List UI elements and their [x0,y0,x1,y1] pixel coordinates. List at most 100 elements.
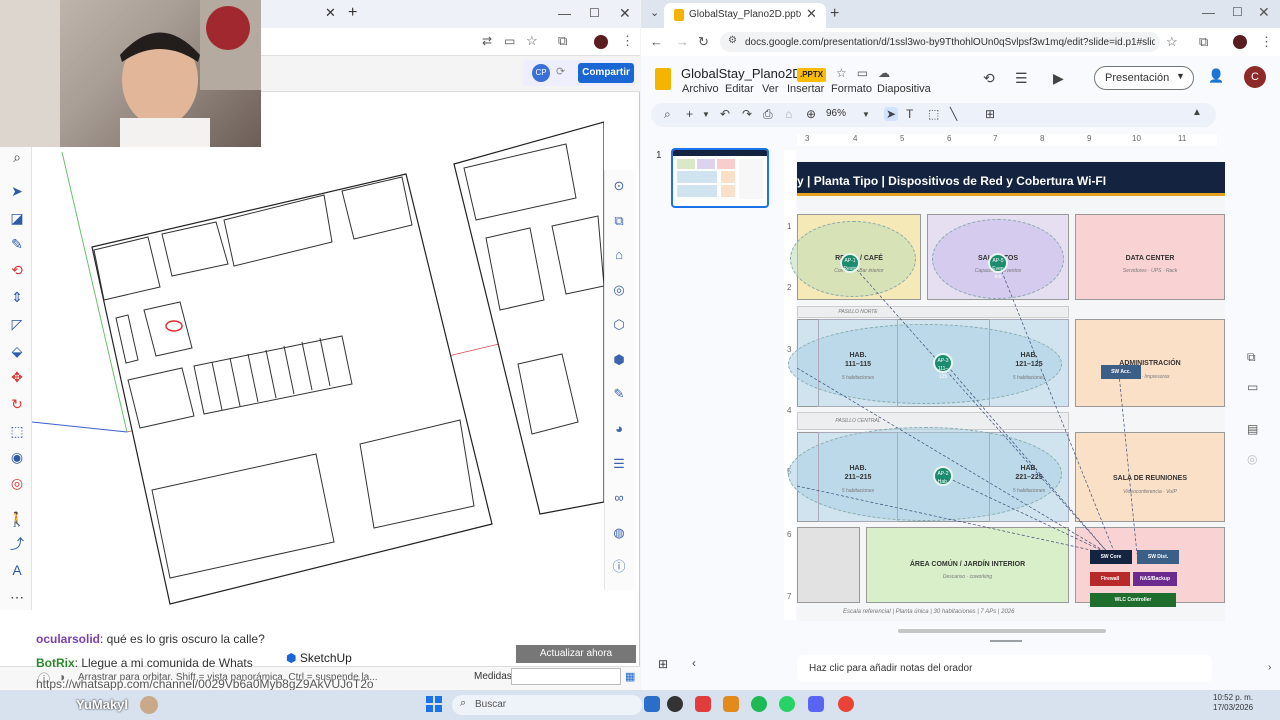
entity-info-icon[interactable]: ⊙ [610,177,628,195]
site-info-icon[interactable]: ⚙ [728,35,737,46]
menu-ver[interactable]: Ver [762,83,779,95]
menu-diapositiva[interactable]: Diapositiva [877,83,931,95]
app-red-icon[interactable] [695,696,711,712]
tab-search-icon[interactable]: ⌄ [650,6,659,19]
scenes-icon[interactable]: ⬢ [610,351,628,369]
profile-avatar[interactable] [594,35,608,49]
share-button[interactable]: Compartir [578,63,634,83]
bookmark-star-icon[interactable]: ☆ [526,33,538,49]
folder-icon[interactable]: ▭ [1247,380,1258,394]
slides-logo-icon[interactable] [655,68,671,90]
device-sw-dist[interactable]: SW Dist. [1137,550,1179,564]
back-icon[interactable]: ← [650,34,663,49]
windows-start-icon[interactable] [426,696,442,712]
display-icon[interactable]: ∞ [610,489,628,507]
measurements-input[interactable] [511,668,621,685]
pushpull-tool-icon[interactable]: ⇕ [8,288,26,306]
device-storage[interactable]: NAS/Backup [1133,572,1177,586]
calendar-icon[interactable]: ▤ [1247,422,1258,436]
menu-insertar[interactable]: Insertar [787,83,824,95]
obs-icon[interactable] [667,696,683,712]
access-point-ap3[interactable]: AP-3 111–125 [933,353,953,380]
profile-avatar[interactable] [1233,35,1247,49]
spotify-icon[interactable] [751,696,767,712]
extensions-icon[interactable]: ⧉ [1199,34,1208,50]
access-point-ap5[interactable]: AP-5 Even tos [988,253,1008,280]
history-icon[interactable]: ⟲ [983,70,995,87]
close-window-icon[interactable]: ✕ [1258,4,1270,21]
textbox-icon[interactable]: T [906,107,913,121]
styles-icon[interactable]: ◎ [610,281,628,299]
notes-resize-handle[interactable] [990,640,1022,642]
orbit-tool-icon[interactable]: ⟲ [8,261,26,279]
sync-icon[interactable]: ⟳ [556,65,565,78]
collapse-toolbar-icon[interactable]: ▲ [1192,107,1202,118]
close-tab-icon[interactable]: ✕ [806,6,817,22]
whatsapp-icon[interactable] [779,696,795,712]
more-tools-icon[interactable]: ⋯ [8,588,26,606]
slide-title[interactable]: y | Planta Tipo | Dispositivos de Red y … [797,174,1106,188]
doc-title[interactable]: GlobalStay_Plano2D [681,66,802,81]
line-icon[interactable]: ╲ [950,107,957,121]
access-point-ap1[interactable]: AP-1 Resto [840,253,860,273]
rotate-tool-icon[interactable]: ↻ [8,395,26,413]
more-menu-icon[interactable]: ⋮ [1260,34,1273,50]
present-dropdown-icon[interactable]: ▼ [1176,71,1185,81]
3d-viewport[interactable] [31,92,605,666]
share-person-icon[interactable]: 👤 [1208,68,1228,88]
new-slide-dropdown-icon[interactable]: ▼ [702,110,710,119]
device-wlc[interactable]: WLC Controller [1090,593,1176,607]
keep-icon[interactable]: ⧉ [1247,350,1256,365]
new-tab-icon[interactable]: + [348,4,357,22]
paint-tool-icon[interactable]: ◉ [8,448,26,466]
move-tool-icon[interactable]: ✥ [8,368,26,386]
pencil-tool-icon[interactable]: ✎ [8,235,26,253]
magnify-icon[interactable]: ⌕ [8,148,26,166]
tape-tool-icon[interactable]: ◸ [8,315,26,333]
meet-icon[interactable]: ▶ [1053,70,1064,87]
star-icon[interactable]: ☆ [836,66,847,80]
paint-format-icon[interactable]: ⌂ [785,107,792,121]
device-sw-access[interactable]: SW Acc. [1101,365,1141,379]
cloud-status-icon[interactable]: ☁ [878,66,890,80]
image-icon[interactable]: ⬚ [928,107,939,121]
select-tool-icon[interactable]: ➤ [884,107,899,121]
components-icon[interactable]: ⧉ [610,212,628,230]
select-tool-icon[interactable]: ➤ [8,182,26,200]
tasks-icon[interactable]: ◎ [1247,452,1257,466]
file-explorer-icon[interactable] [644,696,660,712]
paint-bucket-icon[interactable]: ◕ [610,420,628,438]
scale-tool-icon[interactable]: ⬚ [8,422,26,440]
device-firewall[interactable]: Firewall [1090,572,1130,586]
device-sw-core[interactable]: SW Core [1090,550,1132,564]
maximize-icon[interactable]: ☐ [589,6,600,20]
cast-icon[interactable]: ▭ [504,34,515,48]
section-tool-icon[interactable]: ◎ [8,474,26,492]
app-orange-icon[interactable] [723,696,739,712]
minimize-icon[interactable]: — [558,6,571,21]
redo-icon[interactable]: ↷ [742,107,752,121]
close-tab-icon[interactable]: ✕ [325,5,336,21]
more-menu-icon[interactable]: ⋮ [621,33,634,49]
zoom-dropdown-icon[interactable]: ▼ [862,110,870,119]
zoom-value[interactable]: 96% [826,108,846,119]
chrome-icon[interactable] [838,696,854,712]
minimize-icon[interactable]: — [1202,5,1215,20]
pencil-icon[interactable]: ✎ [610,385,628,403]
undo-icon[interactable]: ↶ [720,107,730,121]
search-menus-icon[interactable]: ⌕ [664,107,671,122]
globe-icon[interactable]: ◍ [610,524,628,542]
collaborator-avatar[interactable]: CP [532,64,550,82]
tray-clock[interactable]: 10:52 p. m. 17/03/2026 [1213,693,1253,713]
new-slide-icon[interactable]: + [686,107,693,121]
discord-icon[interactable] [808,696,824,712]
print-icon[interactable]: ⎙ [763,107,773,122]
reload-icon[interactable]: ↻ [698,34,709,50]
offset-tool-icon[interactable]: ⬙ [8,342,26,360]
expand-panel-icon[interactable]: › [1268,662,1271,673]
bookmark-star-icon[interactable]: ☆ [1166,34,1178,50]
materials-icon[interactable]: ⌂ [610,246,628,264]
close-window-icon[interactable]: ✕ [619,5,631,22]
forward-icon[interactable]: → [676,34,689,49]
grid-icon[interactable]: ▦ [625,670,635,683]
